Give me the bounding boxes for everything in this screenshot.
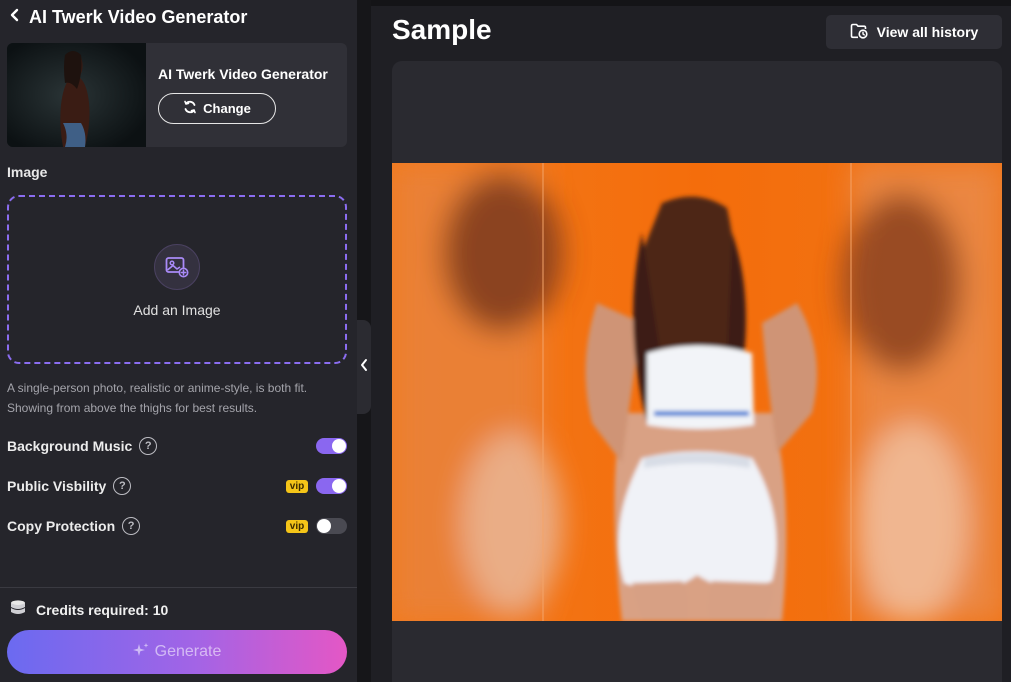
model-thumbnail xyxy=(7,43,146,147)
chevron-left-icon xyxy=(359,358,369,377)
credits-text: Credits required: 10 xyxy=(36,601,169,618)
coins-stack-icon xyxy=(9,599,27,620)
vip-badge: vip xyxy=(286,519,308,533)
sample-preview-card xyxy=(392,61,1002,682)
panel-title: AI Twerk Video Generator xyxy=(29,6,248,27)
generator-panel: AI Twerk Video Generator AI Twerk Video … xyxy=(0,0,357,682)
help-icon[interactable]: ? xyxy=(122,517,141,535)
public-visibility-toggle[interactable] xyxy=(316,478,347,494)
option-background-music: Background Music ? xyxy=(7,435,347,457)
option-label: Background Music xyxy=(7,438,133,454)
generate-button[interactable]: Generate xyxy=(7,630,347,674)
change-model-button[interactable]: Change xyxy=(158,93,276,124)
option-copy-protection: Copy Protection ? vip xyxy=(7,515,347,537)
view-history-button[interactable]: View all history xyxy=(826,15,1002,49)
option-label: Public Visbility xyxy=(7,478,107,494)
chevron-left-icon[interactable] xyxy=(9,8,21,27)
background-music-toggle[interactable] xyxy=(316,438,347,454)
upload-prompt: Add an Image xyxy=(133,301,221,318)
sample-video[interactable] xyxy=(392,163,1002,621)
sparkle-icon xyxy=(132,642,149,663)
help-icon[interactable]: ? xyxy=(139,437,158,455)
vip-badge: vip xyxy=(286,479,308,493)
sample-title: Sample xyxy=(392,14,492,45)
panel-header: AI Twerk Video Generator xyxy=(9,6,247,28)
refresh-icon xyxy=(183,100,197,117)
copy-protection-toggle[interactable] xyxy=(316,518,347,534)
footer-divider xyxy=(0,587,357,588)
history-label: View all history xyxy=(876,24,979,40)
model-name: AI Twerk Video Generator xyxy=(158,66,328,82)
collapse-panel-handle[interactable] xyxy=(357,320,371,414)
credits-required: Credits required: 10 xyxy=(9,599,168,620)
image-add-icon xyxy=(154,243,200,290)
image-section-label: Image xyxy=(7,164,48,180)
generate-label: Generate xyxy=(154,643,222,660)
change-label: Change xyxy=(203,101,251,116)
image-hint: A single-person photo, realistic or anim… xyxy=(7,381,308,415)
image-upload-dropzone[interactable]: Add an Image xyxy=(7,195,347,364)
folder-history-icon xyxy=(850,23,868,42)
option-label: Copy Protection xyxy=(7,518,116,534)
option-public-visibility: Public Visbility ? vip xyxy=(7,475,347,497)
help-icon[interactable]: ? xyxy=(113,477,132,495)
model-card: AI Twerk Video Generator Change xyxy=(7,43,347,147)
